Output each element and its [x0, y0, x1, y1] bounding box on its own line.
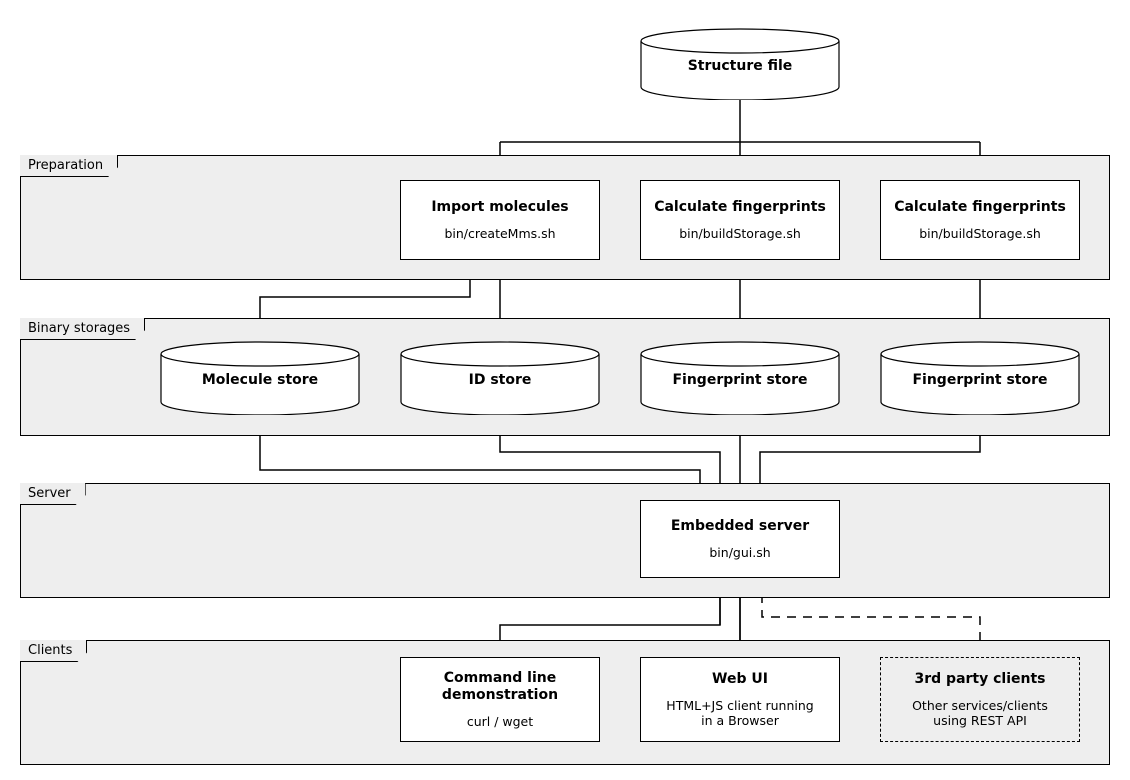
embedded-server-node[interactable]: Embedded server bin/gui.sh [640, 500, 840, 578]
third-party-clients-subtitle: Other services/clients using REST API [912, 698, 1048, 728]
structure-file-label: Structure file [687, 58, 793, 74]
fingerprint-store-1-node[interactable]: Fingerprint store [640, 341, 840, 415]
fingerprint-store-1-label: Fingerprint store [672, 372, 808, 388]
group-server: Server [20, 483, 1110, 598]
id-store-label: ID store [468, 372, 532, 388]
calculate-fingerprints-1-subtitle: bin/buildStorage.sh [679, 226, 801, 242]
import-molecules-node[interactable]: Import molecules bin/createMms.sh [400, 180, 600, 260]
command-line-demonstration-title-line1: Command line [443, 669, 557, 686]
web-ui-subtitle-line1: HTML+JS client running [666, 698, 814, 714]
embedded-server-title: Embedded server [670, 517, 810, 534]
group-server-label: Server [20, 483, 86, 505]
fingerprint-store-2-label: Fingerprint store [912, 372, 1048, 388]
import-molecules-subtitle: bin/createMms.sh [444, 226, 556, 242]
web-ui-title: Web UI [712, 670, 768, 687]
calculate-fingerprints-2-subtitle: bin/buildStorage.sh [919, 226, 1041, 242]
command-line-demonstration-subtitle: curl / wget [466, 714, 534, 730]
command-line-demonstration-title: Command line demonstration [442, 670, 558, 704]
web-ui-subtitle-line2: in a Browser [701, 713, 779, 729]
structure-file-node[interactable]: Structure file [640, 28, 840, 100]
group-preparation-label: Preparation [20, 155, 118, 177]
third-party-clients-subtitle-line2: using REST API [933, 713, 1027, 729]
third-party-clients-title: 3rd party clients [914, 670, 1046, 687]
third-party-clients-node[interactable]: 3rd party clients Other services/clients… [880, 657, 1080, 742]
calculate-fingerprints-1-node[interactable]: Calculate fingerprints bin/buildStorage.… [640, 180, 840, 260]
molecule-store-node[interactable]: Molecule store [160, 341, 360, 415]
import-molecules-title: Import molecules [431, 198, 569, 215]
command-line-demonstration-title-line2: demonstration [441, 686, 559, 703]
molecule-store-label: Molecule store [201, 372, 319, 388]
calculate-fingerprints-2-title: Calculate fingerprints [894, 198, 1066, 215]
fingerprint-store-2-node[interactable]: Fingerprint store [880, 341, 1080, 415]
web-ui-subtitle: HTML+JS client running in a Browser [666, 698, 813, 728]
calculate-fingerprints-2-node[interactable]: Calculate fingerprints bin/buildStorage.… [880, 180, 1080, 260]
id-store-node[interactable]: ID store [400, 341, 600, 415]
web-ui-node[interactable]: Web UI HTML+JS client running in a Brows… [640, 657, 840, 742]
architecture-diagram: Structure file Preparation Import molecu… [0, 0, 1130, 780]
calculate-fingerprints-1-title: Calculate fingerprints [654, 198, 826, 215]
third-party-clients-subtitle-line1: Other services/clients [912, 698, 1048, 714]
command-line-demonstration-node[interactable]: Command line demonstration curl / wget [400, 657, 600, 742]
embedded-server-subtitle: bin/gui.sh [709, 545, 771, 561]
group-binary-storages-label: Binary storages [20, 318, 145, 340]
group-clients-label: Clients [20, 640, 87, 662]
